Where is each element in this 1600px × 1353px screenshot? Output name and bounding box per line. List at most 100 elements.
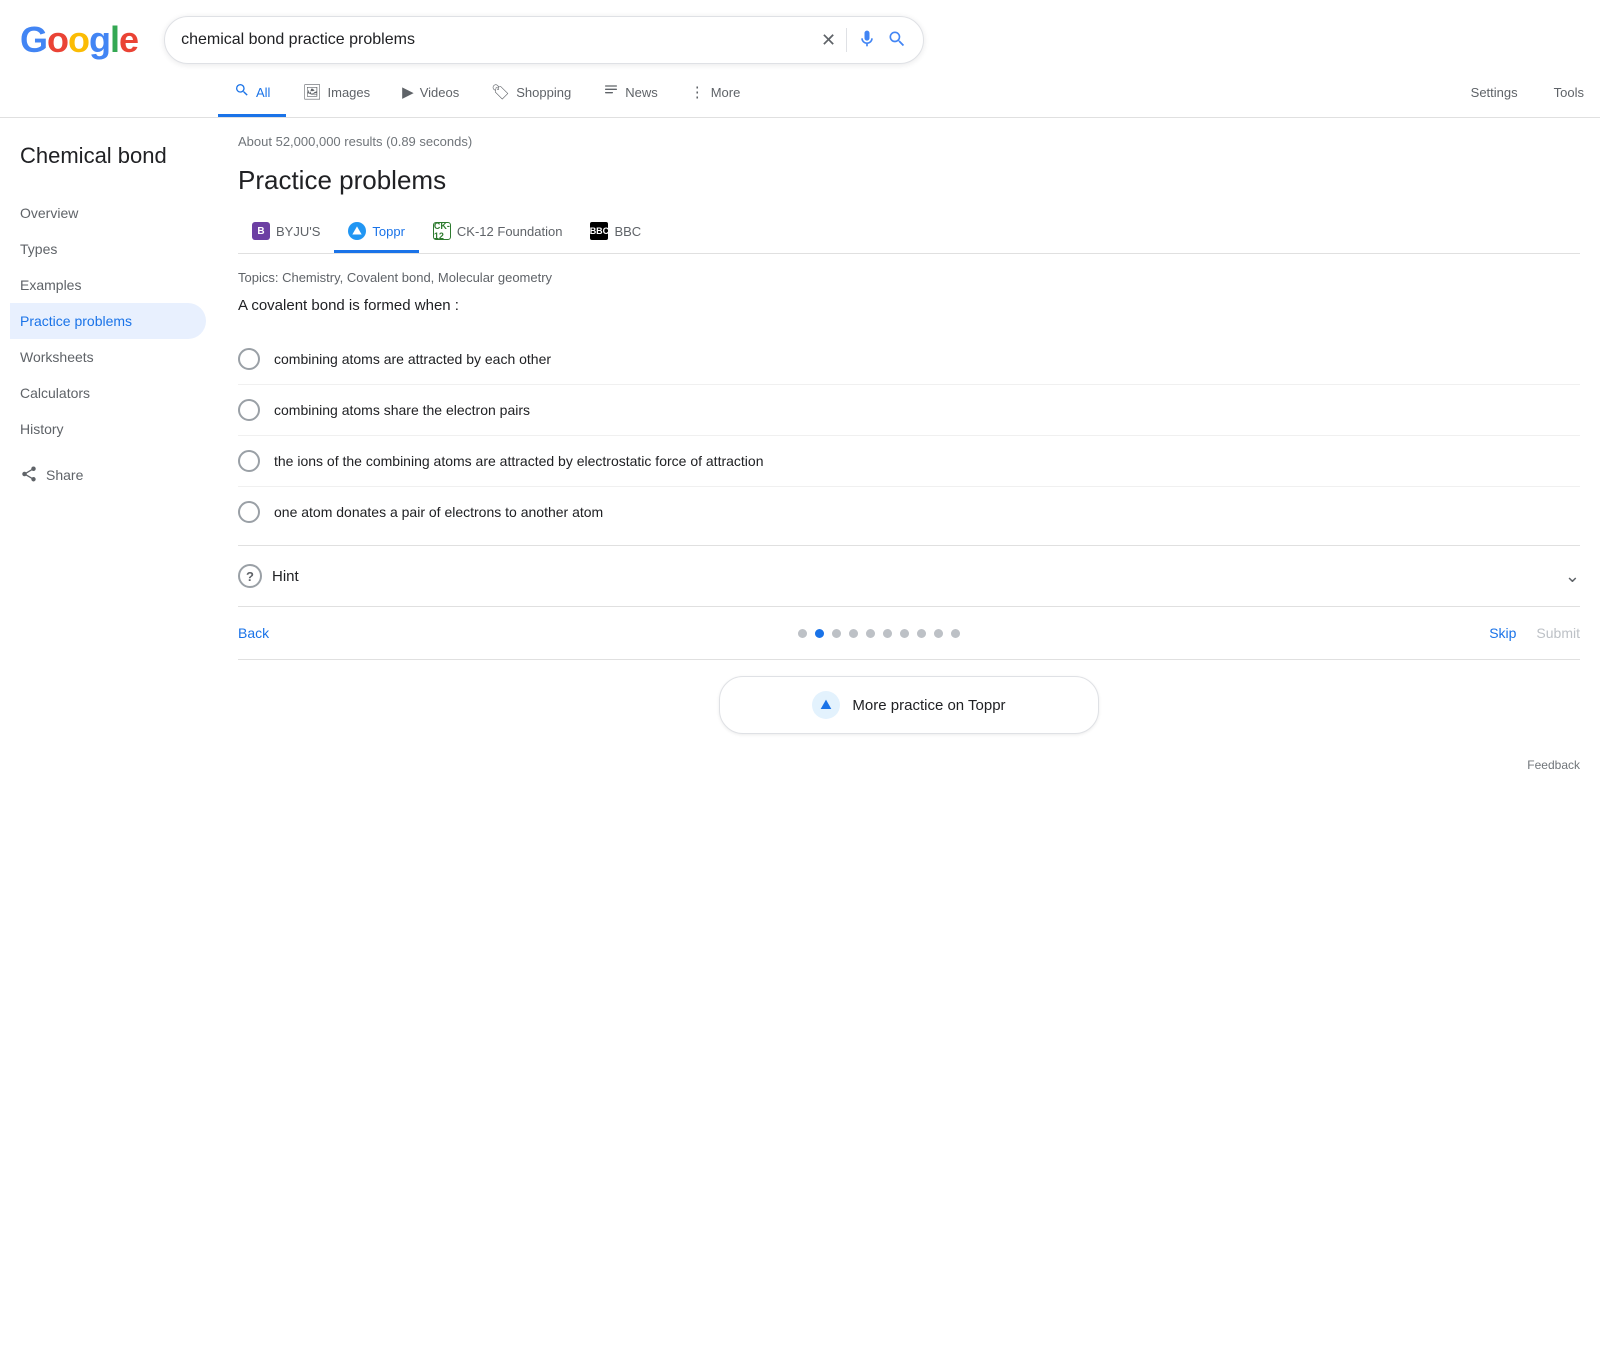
results-count: About 52,000,000 results (0.89 seconds): [238, 134, 1580, 149]
tab-shopping-label: Shopping: [516, 85, 571, 100]
content-divider: [238, 659, 1580, 660]
source-tab-bbc-label: BBC: [614, 224, 641, 239]
sidebar-item-examples[interactable]: Examples: [20, 267, 206, 303]
sidebar: Chemical bond Overview Types Examples Pr…: [20, 118, 206, 808]
chevron-down-icon[interactable]: ⌄: [1565, 566, 1580, 587]
tab-videos-label: Videos: [420, 85, 460, 100]
tab-more-label: More: [711, 85, 741, 100]
tab-all-label: All: [256, 85, 270, 100]
sidebar-title: Chemical bond: [20, 142, 206, 171]
pagination-dots: [798, 629, 960, 638]
more-practice-wrap: More practice on Toppr: [238, 676, 1580, 734]
mic-icon[interactable]: [857, 29, 877, 52]
videos-tab-icon: ▶: [402, 83, 414, 101]
skip-button[interactable]: Skip: [1489, 625, 1516, 641]
nav-bottom: Back Skip Submit: [238, 607, 1580, 659]
search-input[interactable]: [181, 31, 811, 49]
source-tab-byjus-label: BYJU'S: [276, 224, 320, 239]
tools-link[interactable]: Tools: [1538, 73, 1600, 115]
nav-tabs: All 🖼 Images ▶ Videos 🏷 Shopping News ⋮ …: [0, 64, 1600, 118]
sidebar-item-practice-problems[interactable]: Practice problems: [10, 303, 206, 339]
sidebar-item-worksheets[interactable]: Worksheets: [20, 339, 206, 375]
source-tab-toppr-label: Toppr: [372, 224, 405, 239]
section-title: Practice problems: [238, 165, 1580, 196]
sidebar-item-calculators[interactable]: Calculators: [20, 375, 206, 411]
ck12-icon: CK-12: [433, 222, 451, 240]
tab-images[interactable]: 🖼 Images: [286, 71, 386, 116]
dot-1[interactable]: [815, 629, 824, 638]
source-tab-byjus[interactable]: B BYJU'S: [238, 212, 334, 253]
header: Google ✕: [0, 0, 1600, 64]
bbc-icon: BBC: [590, 222, 608, 240]
dot-4[interactable]: [866, 629, 875, 638]
clear-icon[interactable]: ✕: [821, 30, 836, 51]
source-tab-ck12-label: CK-12 Foundation: [457, 224, 563, 239]
tab-shopping[interactable]: 🏷 Shopping: [475, 71, 587, 116]
more-practice-label: More practice on Toppr: [852, 697, 1005, 714]
share-label: Share: [46, 467, 83, 483]
more-tab-icon: ⋮: [690, 83, 705, 101]
share-icon: [20, 465, 38, 486]
search-divider: [846, 28, 847, 52]
sidebar-item-label: History: [20, 421, 64, 437]
more-practice-button[interactable]: More practice on Toppr: [719, 676, 1099, 734]
option-1-text: combining atoms are attracted by each ot…: [274, 351, 551, 367]
source-tab-bbc[interactable]: BBC BBC: [576, 212, 655, 253]
nav-settings: Settings Tools: [1455, 73, 1600, 115]
radio-4[interactable]: [238, 501, 260, 523]
question-text: A covalent bond is formed when :: [238, 297, 1580, 314]
tab-more[interactable]: ⋮ More: [674, 71, 757, 116]
feedback-area: Feedback: [238, 758, 1580, 792]
dot-8[interactable]: [934, 629, 943, 638]
back-button[interactable]: Back: [238, 625, 269, 641]
share-button[interactable]: Share: [20, 455, 206, 496]
byjus-icon: B: [252, 222, 270, 240]
option-4[interactable]: one atom donates a pair of electrons to …: [238, 487, 1580, 537]
tab-images-label: Images: [328, 85, 371, 100]
search-icon[interactable]: [887, 29, 907, 52]
settings-label: Settings: [1471, 85, 1518, 100]
option-3-text: the ions of the combining atoms are attr…: [274, 453, 763, 469]
dot-9[interactable]: [951, 629, 960, 638]
tab-all[interactable]: All: [218, 70, 286, 117]
radio-2[interactable]: [238, 399, 260, 421]
dot-3[interactable]: [849, 629, 858, 638]
tab-news[interactable]: News: [587, 70, 674, 117]
main: Chemical bond Overview Types Examples Pr…: [0, 118, 1600, 808]
hint-section[interactable]: ? Hint ⌄: [238, 545, 1580, 607]
search-tab-icon: [234, 82, 250, 102]
radio-3[interactable]: [238, 450, 260, 472]
sidebar-item-types[interactable]: Types: [20, 231, 206, 267]
sidebar-item-history[interactable]: History: [20, 411, 206, 447]
tab-news-label: News: [625, 85, 658, 100]
option-2-text: combining atoms share the electron pairs: [274, 402, 530, 418]
news-tab-icon: [603, 82, 619, 102]
hint-label: Hint: [272, 568, 299, 585]
source-tab-toppr[interactable]: Toppr: [334, 212, 419, 253]
sidebar-item-label: Overview: [20, 205, 78, 221]
sidebar-item-label: Worksheets: [20, 349, 94, 365]
tools-label: Tools: [1554, 85, 1584, 100]
option-1[interactable]: combining atoms are attracted by each ot…: [238, 334, 1580, 385]
option-4-text: one atom donates a pair of electrons to …: [274, 504, 603, 520]
option-2[interactable]: combining atoms share the electron pairs: [238, 385, 1580, 436]
hint-icon: ?: [238, 564, 262, 588]
option-3[interactable]: the ions of the combining atoms are attr…: [238, 436, 1580, 487]
submit-button: Submit: [1536, 625, 1580, 641]
hint-left: ? Hint: [238, 564, 299, 588]
source-tab-ck12[interactable]: CK-12 CK-12 Foundation: [419, 212, 577, 253]
dot-7[interactable]: [917, 629, 926, 638]
tab-videos[interactable]: ▶ Videos: [386, 71, 475, 116]
topics-text: Topics: Chemistry, Covalent bond, Molecu…: [238, 270, 1580, 285]
sidebar-item-overview[interactable]: Overview: [20, 195, 206, 231]
source-tabs: B BYJU'S Toppr CK-12 CK-12 Foundation BB…: [238, 212, 1580, 254]
dot-5[interactable]: [883, 629, 892, 638]
settings-link[interactable]: Settings: [1455, 73, 1534, 115]
feedback-link[interactable]: Feedback: [1527, 758, 1580, 772]
dot-2[interactable]: [832, 629, 841, 638]
dot-6[interactable]: [900, 629, 909, 638]
dot-0[interactable]: [798, 629, 807, 638]
radio-1[interactable]: [238, 348, 260, 370]
search-bar: ✕: [164, 16, 924, 64]
options-list: combining atoms are attracted by each ot…: [238, 334, 1580, 537]
